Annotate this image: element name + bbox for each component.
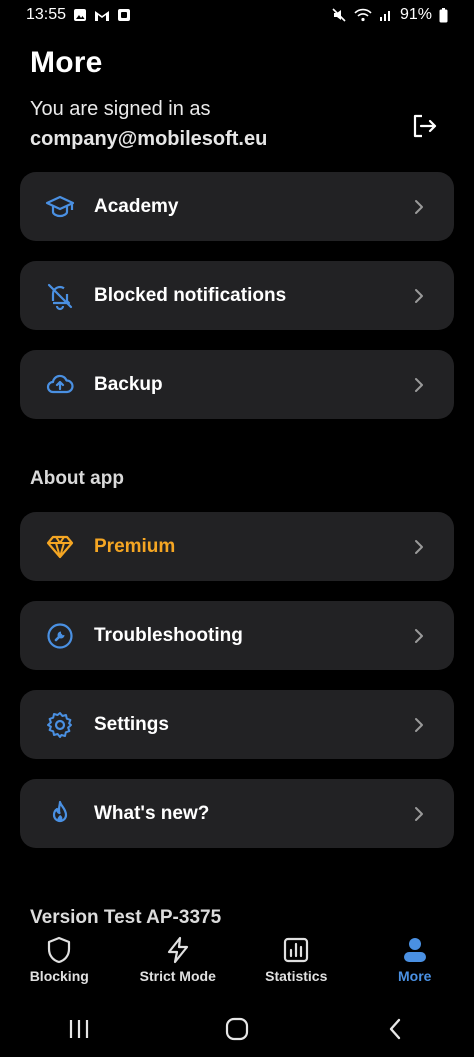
menu-item-whats-new[interactable]: What's new? — [20, 779, 454, 848]
gear-icon — [44, 709, 76, 741]
gallery-icon — [73, 8, 87, 22]
back-icon — [389, 1018, 401, 1039]
gmail-icon — [94, 9, 110, 22]
battery-percent: 91% — [399, 6, 432, 23]
app-notification-icon — [117, 8, 131, 22]
menu-item-label: Blocked notifications — [94, 284, 287, 306]
status-bar: 13:55 91% — [0, 0, 474, 30]
menu-item-blocked-notifications[interactable]: Blocked notifications — [20, 261, 454, 330]
home-button[interactable] — [207, 1009, 267, 1049]
flame-icon — [44, 798, 76, 830]
menu-item-label: Settings — [94, 713, 169, 735]
back-button[interactable] — [365, 1009, 425, 1049]
chevron-right-icon — [412, 805, 426, 823]
nav-label: Statistics — [265, 968, 328, 984]
graduation-cap-icon — [44, 191, 76, 223]
bar-chart-icon — [284, 937, 309, 963]
page-title: More — [30, 46, 103, 79]
menu-item-premium[interactable]: Premium — [20, 512, 454, 581]
signed-in-label: You are signed in as — [30, 98, 211, 120]
menu-item-settings[interactable]: Settings — [20, 690, 454, 759]
bottom-nav: Blocking Strict Mode Statistics More — [0, 928, 474, 1000]
bell-off-icon — [44, 280, 76, 312]
chevron-right-icon — [412, 376, 426, 394]
cloud-upload-icon — [44, 369, 76, 401]
menu-item-backup[interactable]: Backup — [20, 350, 454, 419]
menu-item-label: Premium — [94, 535, 176, 557]
mute-icon — [331, 7, 347, 23]
diamond-icon — [44, 531, 76, 563]
battery-icon — [439, 7, 448, 23]
lightning-icon — [167, 936, 188, 964]
person-icon — [403, 938, 426, 962]
status-time: 13:55 — [26, 6, 67, 23]
section-title-about: About app — [30, 468, 124, 489]
shield-icon — [48, 936, 71, 964]
chevron-right-icon — [412, 538, 426, 556]
menu-item-label: Backup — [94, 373, 163, 395]
menu-item-academy[interactable]: Academy — [20, 172, 454, 241]
recent-apps-icon — [69, 1019, 89, 1038]
menu-item-label: What's new? — [94, 802, 210, 824]
chevron-right-icon — [412, 716, 426, 734]
nav-item-strict-mode[interactable]: Strict Mode — [119, 928, 238, 1000]
wifi-icon — [354, 8, 372, 22]
nav-item-more[interactable]: More — [356, 928, 474, 1000]
signal-icon — [379, 9, 393, 21]
menu-item-label: Academy — [94, 195, 179, 217]
menu-item-troubleshooting[interactable]: Troubleshooting — [20, 601, 454, 670]
nav-item-blocking[interactable]: Blocking — [0, 928, 119, 1000]
system-nav-bar — [0, 1000, 474, 1057]
version-label: Version Test AP-3375 — [30, 907, 222, 928]
nav-label: Strict Mode — [139, 968, 216, 984]
chevron-right-icon — [412, 627, 426, 645]
recent-apps-button[interactable] — [49, 1009, 109, 1049]
logout-button[interactable] — [408, 110, 440, 142]
chevron-right-icon — [412, 287, 426, 305]
logout-icon — [413, 114, 437, 138]
account-email: company@mobilesoft.eu — [30, 128, 268, 150]
home-icon — [225, 1017, 249, 1040]
chevron-right-icon — [412, 198, 426, 216]
menu-item-label: Troubleshooting — [94, 624, 243, 646]
nav-item-statistics[interactable]: Statistics — [237, 928, 356, 1000]
wrench-icon — [44, 620, 76, 652]
nav-label: Blocking — [29, 968, 89, 984]
nav-label: More — [398, 968, 432, 984]
